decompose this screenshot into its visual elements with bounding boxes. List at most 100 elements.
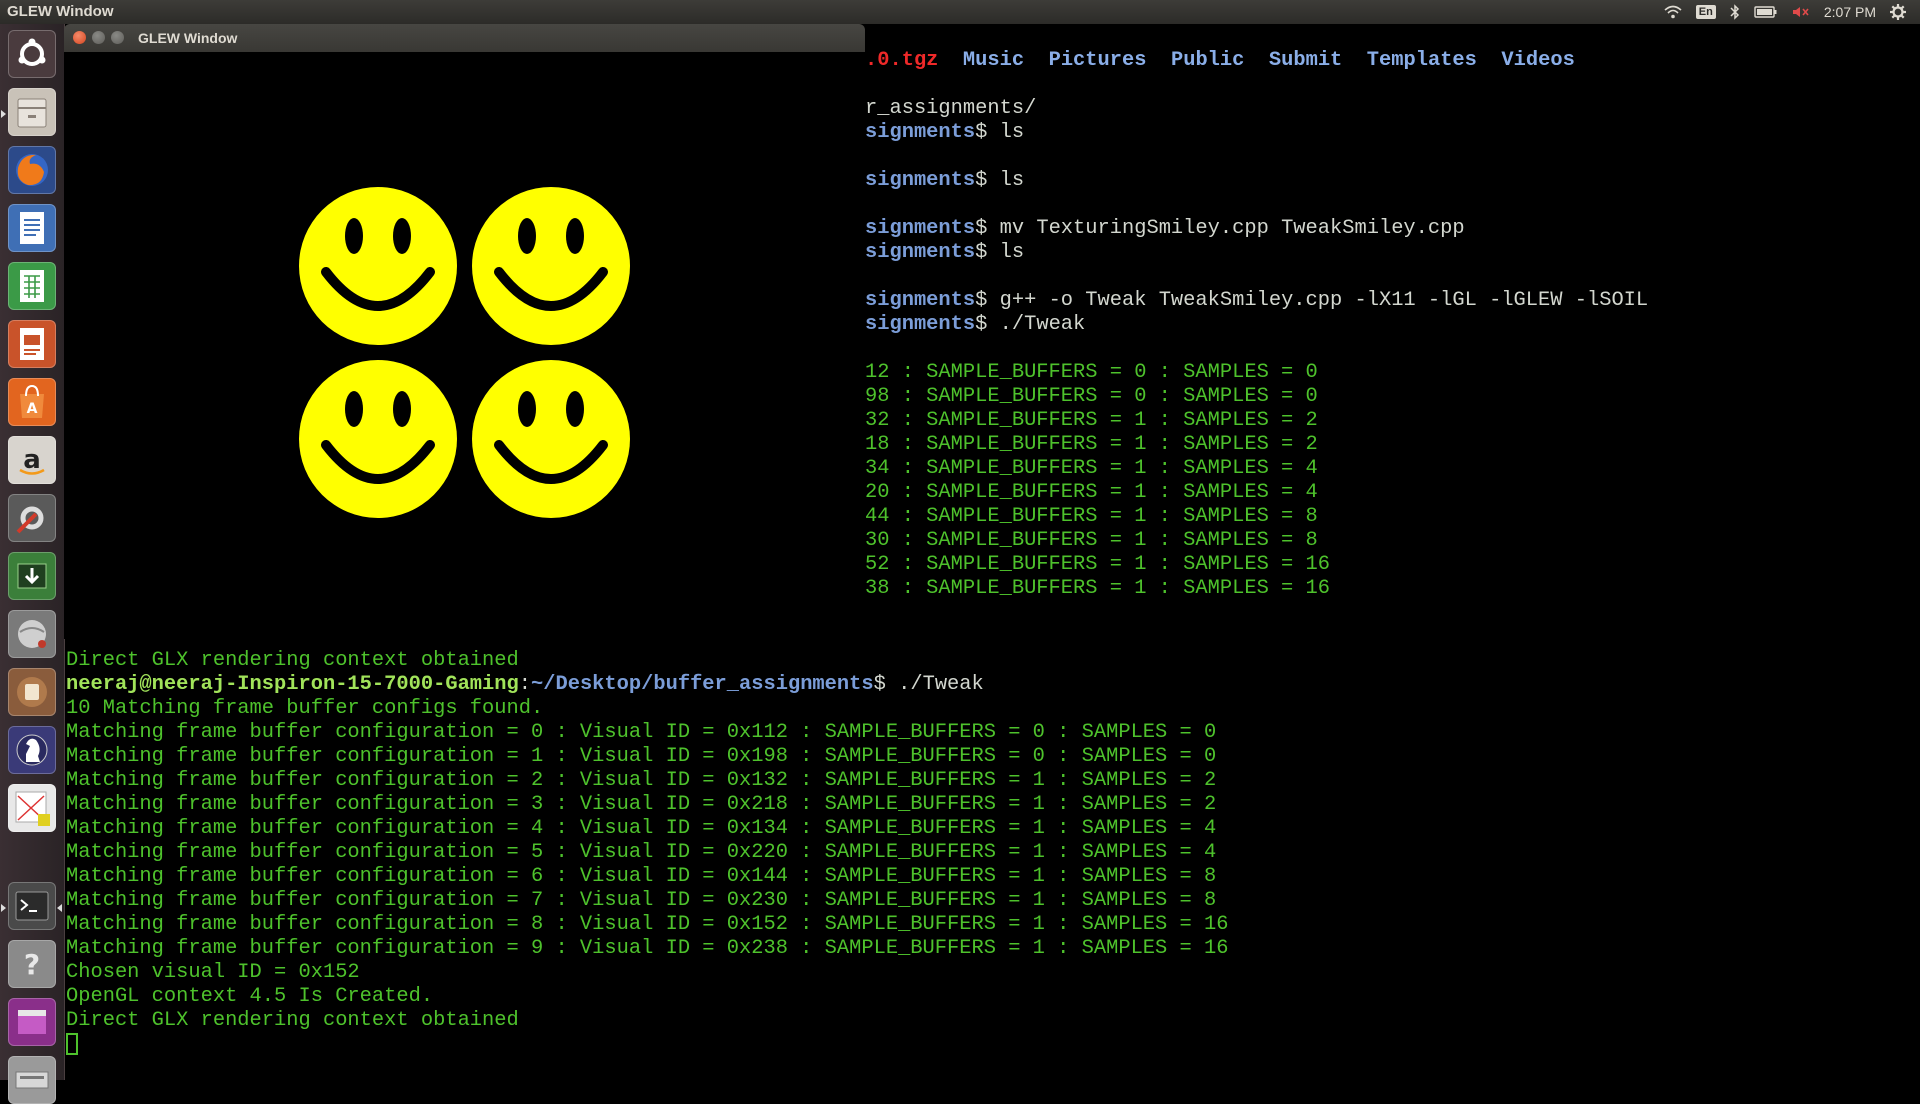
prompt-dollar: $ [873, 673, 886, 696]
output-text: 44 : SAMPLE_BUFFERS = 1 : SAMPLES = 8 [865, 505, 1318, 528]
dir-music: Music [962, 49, 1025, 72]
terminal-output: 10 Matching frame buffer configs found. M… [66, 697, 1228, 1033]
volume-muted-icon[interactable] [1792, 5, 1810, 19]
dir-pictures: Pictures [1048, 49, 1147, 72]
prompt-command: mv TexturingSmiley.cpp TweakSmiley.cpp [987, 217, 1465, 240]
terminal-icon[interactable] [8, 882, 56, 930]
indicator-area: En 2:07 PM [1664, 0, 1920, 24]
output-line: Chosen visual ID = 0x152 [66, 961, 360, 984]
output-line: Matching frame buffer configuration = 1 … [66, 745, 1217, 768]
terminal-cursor [66, 1033, 78, 1055]
prompt-dollar: $ [975, 169, 988, 192]
clock[interactable]: 2:07 PM [1824, 4, 1876, 20]
svg-text:?: ? [24, 948, 40, 981]
firefox-icon[interactable] [8, 146, 56, 194]
smiley-face-icon [299, 187, 457, 345]
terminal-line: signments$ mv TexturingSmiley.cpp TweakS… [865, 217, 1648, 241]
chess-icon[interactable] [8, 726, 56, 774]
help-icon[interactable]: ? [8, 940, 56, 988]
active-app-title: GLEW Window [7, 3, 114, 20]
svg-text:a: a [23, 445, 41, 475]
output-line: Matching frame buffer configuration = 9 … [66, 937, 1229, 960]
glew-render-canvas[interactable] [64, 52, 865, 639]
output-text: 12 : SAMPLE_BUFFERS = 0 : SAMPLES = 0 [865, 361, 1318, 384]
sphere-app-icon[interactable] [8, 610, 56, 658]
prompt-command: ls [987, 169, 1025, 192]
purple-app-icon[interactable] [8, 998, 56, 1046]
output-text: 18 : SAMPLE_BUFFERS = 1 : SAMPLES = 2 [865, 433, 1318, 456]
output-line: Matching frame buffer configuration = 3 … [66, 793, 1217, 816]
input-line[interactable] [66, 1033, 78, 1057]
files-icon[interactable] [8, 88, 56, 136]
terminal-line: 30 : SAMPLE_BUFFERS = 1 : SAMPLES = 8 [865, 529, 1648, 553]
dash-home-icon[interactable] [8, 30, 56, 78]
prompt-command: ls [987, 121, 1025, 144]
prompt-command: ./Tweak [987, 313, 1086, 336]
ls-output-line: .0.tgz Music Pictures Public Submit Temp… [865, 49, 1575, 73]
pot-app-icon[interactable] [8, 668, 56, 716]
impress-icon[interactable] [8, 320, 56, 368]
prompt-user-host: neeraj@neeraj-Inspiron-15-7000-Gaming [66, 673, 519, 696]
prompt-command: g++ -o Tweak TweakSmiley.cpp -lX11 -lGL … [987, 289, 1649, 312]
terminal-line: 52 : SAMPLE_BUFFERS = 1 : SAMPLES = 16 [865, 553, 1648, 577]
prompt-command: ./Tweak [885, 673, 984, 696]
smiley-face-icon [472, 187, 630, 345]
prompt-command: ls [987, 241, 1025, 264]
output-line: Matching frame buffer configuration = 0 … [66, 721, 1217, 744]
writer-icon[interactable] [8, 204, 56, 252]
focused-indicator [57, 904, 62, 912]
output-text: 20 : SAMPLE_BUFFERS = 1 : SAMPLES = 4 [865, 481, 1318, 504]
amazon-icon[interactable]: a [8, 436, 56, 484]
session-gear-icon[interactable] [1890, 4, 1906, 20]
bluetooth-icon[interactable] [1730, 4, 1740, 20]
smiley-face-icon [472, 360, 630, 518]
prompt-dollar: $ [975, 313, 988, 336]
smiley-render [64, 52, 865, 639]
output-line: OpenGL context 4.5 Is Created. [66, 985, 434, 1008]
top-panel: GLEW Window En 2:07 PM [0, 0, 1920, 24]
terminal-line: signments$ ls [865, 241, 1648, 265]
prompt-path: signments [865, 313, 976, 336]
output-text: 98 : SAMPLE_BUFFERS = 0 : SAMPLES = 0 [865, 385, 1318, 408]
dir-public: Public [1170, 49, 1245, 72]
terminal-line: 38 : SAMPLE_BUFFERS = 1 : SAMPLES = 16 [865, 577, 1648, 601]
prompt-path: ~/Desktop/buffer_assignments [531, 673, 874, 696]
software-center-icon[interactable]: A [8, 378, 56, 426]
maximize-button[interactable] [111, 31, 124, 44]
battery-icon[interactable] [1754, 6, 1778, 18]
minimize-button[interactable] [92, 31, 105, 44]
prompt-dollar: $ [975, 217, 988, 240]
dir-videos: Videos [1501, 49, 1575, 72]
prompt-path: signments [865, 121, 976, 144]
output-line: 10 Matching frame buffer configs found. [66, 697, 544, 720]
terminal-line: 18 : SAMPLE_BUFFERS = 1 : SAMPLES = 2 [865, 433, 1648, 457]
terminal-history-upper: r_assignments/signments$ ls signments$ ls… [865, 97, 1648, 601]
numbers-app-icon[interactable] [8, 784, 56, 832]
output-line: Matching frame buffer configuration = 5 … [66, 841, 1217, 864]
update-manager-icon[interactable] [8, 552, 56, 600]
output-line: Matching frame buffer configuration = 7 … [66, 889, 1217, 912]
prompt-path: signments [865, 289, 976, 312]
terminal-line: 98 : SAMPLE_BUFFERS = 0 : SAMPLES = 0 [865, 385, 1648, 409]
calc-icon[interactable] [8, 262, 56, 310]
close-button[interactable] [73, 31, 86, 44]
glew-window-titlebar[interactable]: GLEW Window [64, 24, 865, 52]
prompt-path: signments [865, 217, 976, 240]
dir-submit: Submit [1268, 49, 1343, 72]
output-text: 52 : SAMPLE_BUFFERS = 1 : SAMPLES = 16 [865, 553, 1330, 576]
prompt-path: signments [865, 169, 976, 192]
wifi-icon[interactable] [1664, 5, 1682, 19]
system-settings-icon[interactable] [8, 494, 56, 542]
output-text: 38 : SAMPLE_BUFFERS = 1 : SAMPLES = 16 [865, 577, 1330, 600]
prompt-dollar: $ [975, 121, 988, 144]
svg-text:A: A [27, 401, 38, 417]
keyboard-layout-indicator[interactable]: En [1695, 5, 1716, 19]
terminal-line: 12 : SAMPLE_BUFFERS = 0 : SAMPLES = 0 [865, 361, 1648, 385]
scanner-icon[interactable] [8, 1056, 56, 1104]
output-text: r_assignments/ [865, 97, 1037, 120]
dir-templates: Templates [1366, 49, 1477, 72]
output-text: 30 : SAMPLE_BUFFERS = 1 : SAMPLES = 8 [865, 529, 1318, 552]
prompt-path: signments [865, 241, 976, 264]
